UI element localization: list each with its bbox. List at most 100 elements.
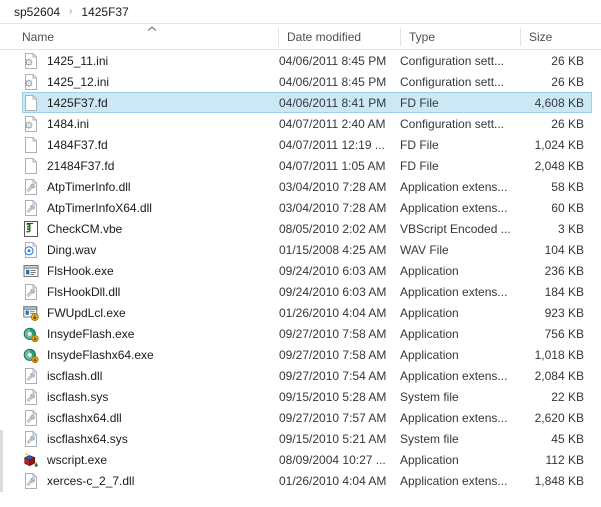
file-size-cell: 923 KB — [544, 305, 584, 320]
file-type-cell: Application extens... — [400, 410, 508, 425]
file-row[interactable]: iscflash.dll 09/27/2010 7:54 AM Applicatio… — [22, 365, 592, 386]
file-size-cell: 2,048 KB — [534, 158, 584, 173]
file-name-label: 1484.ini — [47, 116, 90, 131]
file-size-cell: 26 KB — [551, 116, 584, 131]
file-name-cell[interactable]: FWUpdLcl.exe — [23, 305, 278, 321]
application-window-icon — [23, 264, 39, 277]
file-row[interactable]: iscflash.sys 09/15/2010 5:28 AM System fil… — [22, 386, 592, 407]
file-name-cell[interactable]: 1425_12.ini — [23, 73, 278, 90]
column-header-type[interactable]: Type — [400, 24, 520, 50]
file-row[interactable]: 1484.ini 04/07/2011 2:40 AM Configuration … — [22, 113, 592, 134]
file-row[interactable]: CheckCM.vbe 08/05/2010 2:02 AM VBScript En… — [22, 218, 592, 239]
file-row[interactable]: AtpTimerInfo.dll 03/04/2010 7:28 AM Applic… — [22, 176, 592, 197]
file-date-modified-cell: 09/24/2010 6:03 AM — [279, 284, 387, 299]
file-type-cell: Application — [400, 452, 459, 467]
file-size-cell: 1,018 KB — [534, 347, 584, 362]
file-row[interactable]: 1425_11.ini 04/06/2011 8:45 PM Configurati… — [22, 50, 592, 71]
file-size-cell: 2,620 KB — [534, 410, 584, 425]
file-name-cell[interactable]: 1484.ini — [23, 115, 278, 132]
file-row[interactable]: FlsHookDll.dll 09/24/2010 6:03 AM Applicat… — [22, 281, 592, 302]
file-name-cell[interactable]: AtpTimerInfo.dll — [23, 178, 278, 195]
breadcrumb-item-root[interactable]: sp52604 — [14, 5, 60, 19]
file-type-cell: Configuration sett... — [400, 74, 505, 89]
file-name-label: FWUpdLcl.exe — [47, 305, 126, 320]
dll-file-icon — [25, 199, 37, 216]
column-header-date-modified[interactable]: Date modified — [278, 24, 400, 50]
file-name-cell[interactable]: 21484F37.fd — [23, 157, 278, 174]
blank-file-icon — [25, 136, 37, 153]
column-header-type-label: Type — [409, 29, 436, 44]
file-row[interactable]: iscflashx64.dll 09/27/2010 7:57 AM Applica… — [22, 407, 592, 428]
file-name-label: 1425F37.fd — [47, 95, 108, 110]
column-header-size[interactable]: Size — [520, 24, 601, 50]
file-row[interactable]: 1425_12.ini 04/06/2011 8:45 PM Configurati… — [22, 71, 592, 92]
breadcrumb[interactable]: sp52604 › 1425F37 — [0, 0, 601, 24]
file-date-modified-cell: 04/06/2011 8:45 PM — [279, 74, 387, 89]
wav-audio-file-icon — [24, 241, 37, 258]
file-type-cell: Application extens... — [400, 200, 508, 215]
file-row[interactable]: FlsHook.exe 09/24/2010 6:03 AM Application… — [22, 260, 592, 281]
file-name-cell[interactable]: iscflash.dll — [23, 367, 278, 384]
file-date-modified-cell: 03/04/2010 7:28 AM — [279, 200, 387, 215]
blank-file-icon — [25, 94, 37, 111]
file-size-cell: 3 KB — [557, 221, 584, 236]
file-type-cell: Application extens... — [400, 284, 508, 299]
file-row[interactable]: Ding.wav 01/15/2008 4:25 AM WAV File 104 KB — [22, 239, 592, 260]
file-row[interactable]: FWUpdLcl.exe 01/26/2010 4:04 AM Applicatio… — [22, 302, 592, 323]
file-name-cell[interactable]: AtpTimerInfoX64.dll — [23, 199, 278, 216]
file-date-modified-cell: 09/27/2010 7:58 AM — [279, 347, 387, 362]
file-name-cell[interactable]: CheckCM.vbe — [23, 220, 278, 237]
column-header-name[interactable]: Name — [0, 24, 278, 50]
file-type-cell: System file — [400, 431, 459, 446]
file-size-cell: 1,024 KB — [534, 137, 584, 152]
file-name-cell[interactable]: InsydeFlashx64.exe — [23, 347, 278, 363]
file-name-cell[interactable]: FlsHook.exe — [23, 263, 278, 279]
file-name-cell[interactable]: 1425_11.ini — [23, 52, 278, 69]
file-row[interactable]: AtpTimerInfoX64.dll 03/04/2010 7:28 AM App… — [22, 197, 592, 218]
application-badge-icon — [23, 305, 39, 321]
file-date-modified-cell: 09/27/2010 7:58 AM — [279, 326, 387, 341]
file-type-cell: FD File — [400, 137, 439, 152]
file-name-cell[interactable]: FlsHookDll.dll — [23, 283, 278, 300]
column-header-name-label: Name — [22, 29, 55, 44]
file-row[interactable]: iscflashx64.sys 09/15/2010 5:21 AM System … — [22, 428, 592, 449]
file-size-cell: 58 KB — [551, 179, 584, 194]
file-name-cell[interactable]: iscflash.sys — [23, 388, 278, 405]
ini-config-file-icon — [25, 115, 37, 132]
file-name-label: FlsHookDll.dll — [47, 284, 121, 299]
file-name-cell[interactable]: Ding.wav — [23, 241, 278, 258]
file-row[interactable]: 21484F37.fd 04/07/2011 1:05 AM FD File 2,04… — [22, 155, 592, 176]
column-header-size-label: Size — [529, 29, 553, 44]
file-name-cell[interactable]: 1484F37.fd — [23, 136, 278, 153]
file-row[interactable]: InsydeFlash.exe 09/27/2010 7:58 AM Applica… — [22, 323, 592, 344]
file-name-cell[interactable]: InsydeFlash.exe — [23, 326, 278, 342]
column-header-date-modified-label: Date modified — [287, 29, 362, 44]
file-list[interactable]: 1425_11.ini 04/06/2011 8:45 PM Configurati… — [0, 50, 601, 491]
file-date-modified-cell: 08/09/2004 10:27 ... — [279, 452, 386, 467]
file-date-modified-cell: 03/04/2010 7:28 AM — [279, 179, 387, 194]
file-name-label: iscflashx64.sys — [47, 431, 128, 446]
file-name-cell[interactable]: 1425F37.fd — [23, 94, 278, 111]
file-row[interactable]: InsydeFlashx64.exe 09/27/2010 7:58 AM Appl… — [22, 344, 592, 365]
breadcrumb-item-current[interactable]: 1425F37 — [81, 5, 128, 19]
file-type-cell: Application extens... — [400, 179, 508, 194]
file-name-label: wscript.exe — [47, 452, 108, 467]
file-type-cell: Application extens... — [400, 368, 508, 383]
dll-file-icon — [25, 472, 37, 489]
file-name-cell[interactable]: xerces-c_2_7.dll — [23, 472, 278, 489]
file-row[interactable]: 1484F37.fd 04/07/2011 12:19 ... FD File 1,0… — [22, 134, 592, 155]
file-size-cell: 112 KB — [545, 452, 584, 467]
file-name-cell[interactable]: iscflashx64.sys — [23, 430, 278, 447]
file-row[interactable]: 1425F37.fd 04/06/2011 8:41 PM FD File 4,608… — [22, 92, 592, 113]
file-type-cell: VBScript Encoded ... — [400, 221, 511, 236]
dll-file-icon — [25, 178, 37, 195]
column-header-row: Name Date modified Type Size — [0, 24, 601, 50]
file-date-modified-cell: 01/26/2010 4:04 AM — [279, 473, 387, 488]
file-name-cell[interactable]: wscript.exe — [23, 451, 278, 468]
file-name-cell[interactable]: iscflashx64.dll — [23, 409, 278, 426]
file-type-cell: Configuration sett... — [400, 116, 505, 131]
file-size-cell: 26 KB — [551, 74, 584, 89]
scrollbar-track[interactable] — [0, 430, 3, 492]
file-row[interactable]: xerces-c_2_7.dll 01/26/2010 4:04 AM Applic… — [22, 470, 592, 491]
file-row[interactable]: wscript.exe 08/09/2004 10:27 ... Applicati… — [22, 449, 592, 470]
